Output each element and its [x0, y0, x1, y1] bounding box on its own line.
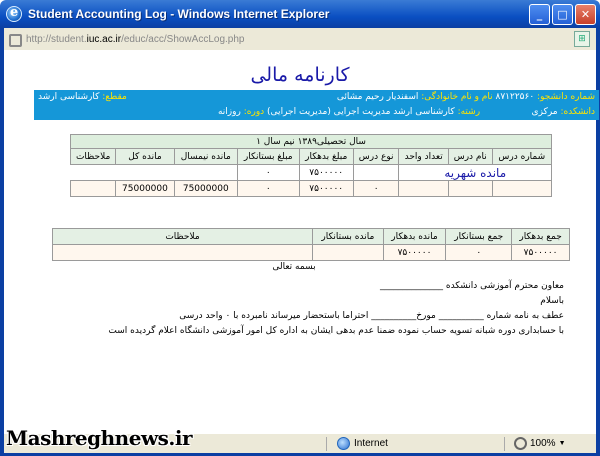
column-header: مانده کل [115, 148, 175, 165]
level-group: مقطع: کارشناسی ارشد [38, 90, 127, 105]
table-cell [491, 180, 553, 197]
window-controls: _ □ ✕ [529, 4, 596, 25]
address-bar[interactable]: http://student.iuc.ac.ir/educ/acc/ShowAc… [0, 28, 600, 50]
course-type-label: دوره: [243, 107, 265, 117]
zoom-control[interactable]: 100% ▼ [514, 437, 566, 450]
column-header: نام درس [447, 148, 493, 165]
column-header: ملاحظات [52, 228, 313, 245]
student-info-band: شماره دانشجو: ۸۷۱۲۲۵۶۰ نام و نام خانوادگ… [34, 90, 599, 120]
student-number: ۸۷۱۲۲۵۶۰ [495, 92, 535, 102]
table-cell: ۰ [352, 180, 400, 197]
zone-label: Internet [354, 438, 388, 449]
major-label: رشته: [457, 107, 481, 117]
table-cell [70, 164, 116, 181]
full-name-label: نام و نام خانوادگی: [421, 92, 493, 102]
table-cell: ۷۵۰۰۰۰۰ [298, 180, 354, 197]
course-type: روزانه [217, 107, 241, 117]
letter-line: عطف به نامه شماره __________ مورخ_______… [179, 311, 564, 321]
level-label: مقطع: [102, 92, 127, 102]
info-row-2: دانشکده: مرکزی رشته: کارشناسی ارشد مدیری… [34, 105, 599, 120]
table-row: ۰ ۷۵۰۰۰۰۰ ۰ 75000000 75000000 [69, 180, 553, 197]
page-content: کارنامه مالی شماره دانشجو: ۸۷۱۲۲۵۶۰ نام … [0, 50, 600, 434]
table-header-row: جمع بدهکار جمع بستانکار مانده بدهکار مان… [52, 228, 570, 245]
status-separator [504, 437, 505, 451]
faculty: مرکزی [531, 107, 558, 117]
globe-icon [337, 437, 350, 450]
letter-line: معاون محترم آموزشی دانشکده _____________… [380, 281, 564, 291]
table-cell [398, 180, 449, 197]
table-cell: ۷۵۰۰۰۰۰ [382, 244, 447, 261]
full-name: اسفندیار رحیم مشائی [336, 92, 419, 102]
clearance-letter: بسمه تعالی معاون محترم آموزشی دانشکده __… [24, 260, 564, 339]
column-header: مبلغ بدهکار [298, 148, 354, 165]
semester-caption: سال تحصیلی۱۳۸۹ نیم سال ۱ [70, 134, 552, 149]
column-header: مانده بستانکار [312, 228, 384, 245]
page-icon [8, 33, 22, 47]
table-cell [174, 164, 238, 181]
maximize-button[interactable]: □ [552, 4, 573, 25]
table-cell: 75000000 [173, 180, 238, 197]
table-row: مانده شهریه ۷۵۰۰۰۰۰ ۰ [70, 164, 552, 181]
security-zone[interactable]: Internet [337, 437, 388, 450]
table-row: ۷۵۰۰۰۰۰ ۰ ۷۵۰۰۰۰۰ [52, 244, 570, 261]
column-header: نوع درس [352, 148, 400, 165]
table-cell: ۷۵۰۰۰۰۰ [298, 164, 354, 181]
window-title: Student Accounting Log - Windows Interne… [28, 7, 330, 21]
table-header-row: شماره درس نام درس تعداد واحد نوع درس مبل… [69, 148, 553, 165]
faculty-label: دانشکده: [560, 107, 595, 117]
column-header: جمع بدهکار [511, 228, 570, 245]
info-row-1: شماره دانشجو: ۸۷۱۲۲۵۶۰ نام و نام خانوادگ… [34, 90, 599, 105]
chevron-down-icon[interactable]: ▼ [559, 440, 566, 447]
column-header: مانده بدهکار [382, 228, 447, 245]
column-header: مبلغ بستانکار [236, 148, 300, 165]
table-cell [52, 244, 313, 261]
semester-caption-row: سال تحصیلی۱۳۸۹ نیم سال ۱ [70, 134, 552, 149]
table-cell: ۰ [236, 180, 300, 197]
bismillah: بسمه تعالی [272, 262, 316, 272]
column-header: مانده نیمسال [173, 148, 238, 165]
magnifier-icon [514, 437, 527, 450]
window-title-bar: Student Accounting Log - Windows Interne… [0, 0, 600, 28]
tuition-balance-cell: مانده شهریه [398, 164, 552, 181]
url-path: /educ/acc/ShowAccLog.php [121, 33, 245, 45]
table-cell [115, 164, 175, 181]
table-cell [69, 180, 117, 197]
table-cell: ۰ [236, 164, 300, 181]
url-text[interactable]: http://student.iuc.ac.ir/educ/acc/ShowAc… [26, 34, 244, 45]
summary-table: جمع بدهکار جمع بستانکار مانده بدهکار مان… [52, 228, 570, 261]
major: کارشناسی ارشد مدیریت اجرایی (مدیریت اجرا… [267, 107, 455, 117]
column-header: ملاحظات [69, 148, 117, 165]
report-title: کارنامه مالی [250, 64, 350, 86]
table-cell: 75000000 [115, 180, 175, 197]
column-header: شماره درس [491, 148, 553, 165]
letter-line: باسلام [540, 296, 564, 306]
zoom-level: 100% [530, 438, 556, 449]
minimize-button[interactable]: _ [529, 4, 550, 25]
table-cell [312, 244, 384, 261]
letter-line: با حسابداری دوره شبانه تسویه حساب نموده … [108, 326, 564, 336]
url-prefix: http://student. [26, 33, 87, 45]
level: کارشناسی ارشد [38, 92, 100, 102]
watermark: Mashreghnews.ir [6, 426, 193, 450]
column-header: تعداد واحد [398, 148, 449, 165]
table-cell: ۰ [445, 244, 513, 261]
url-domain: iuc.ac.ir [86, 33, 122, 45]
column-header: جمع بستانکار [445, 228, 513, 245]
close-button[interactable]: ✕ [575, 4, 596, 25]
internet-explorer-icon [6, 5, 22, 22]
compatibility-view-icon[interactable]: ⊞ [574, 31, 590, 47]
table-cell: ۷۵۰۰۰۰۰ [511, 244, 570, 261]
table-cell [447, 180, 493, 197]
student-number-label: شماره دانشجو: [537, 92, 595, 102]
status-separator [326, 437, 327, 451]
table-cell [352, 164, 400, 181]
semester-table: سال تحصیلی۱۳۸۹ نیم سال ۱ شماره درس نام د… [69, 134, 553, 197]
